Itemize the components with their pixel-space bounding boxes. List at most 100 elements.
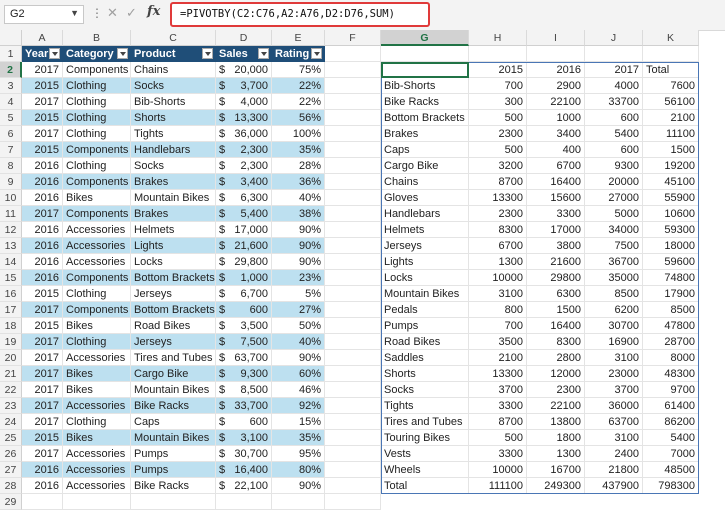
table-cell-sales[interactable]: 16,400 [216, 462, 272, 478]
cancel-icon[interactable]: ✕ [107, 5, 118, 21]
name-box[interactable]: G2 ▼ [4, 5, 84, 24]
pivot-value-cell[interactable]: 13300 [469, 190, 527, 206]
pivot-value-cell[interactable]: 36700 [585, 254, 643, 270]
row-header-15[interactable]: 15 [0, 270, 22, 286]
table-cell-year[interactable]: 2015 [22, 78, 63, 94]
pivot-value-cell[interactable]: 3300 [469, 398, 527, 414]
empty-cell[interactable] [22, 494, 63, 510]
pivot-value-cell[interactable]: 27000 [585, 190, 643, 206]
pivot-row-label[interactable]: Bib-Shorts [381, 78, 469, 94]
table-cell-sales[interactable]: 21,600 [216, 238, 272, 254]
empty-cell[interactable] [325, 478, 381, 494]
row-header-21[interactable]: 21 [0, 366, 22, 382]
table-cell-rating[interactable]: 100% [272, 126, 325, 142]
pivot-row-label[interactable]: Bike Racks [381, 94, 469, 110]
pivot-row-label[interactable]: Touring Bikes [381, 430, 469, 446]
table-cell-product[interactable]: Mountain Bikes [131, 430, 216, 446]
table-cell-rating[interactable]: 40% [272, 334, 325, 350]
table-cell-category[interactable]: Accessories [63, 398, 131, 414]
table-cell-sales[interactable]: 33,700 [216, 398, 272, 414]
pivot-value-cell[interactable]: 500 [469, 430, 527, 446]
table-cell-sales[interactable]: 2,300 [216, 158, 272, 174]
empty-cell[interactable] [325, 78, 381, 94]
table-cell-year[interactable]: 2016 [22, 174, 63, 190]
pivot-value-cell[interactable]: 17000 [527, 222, 585, 238]
pivot-value-cell[interactable]: 1300 [527, 446, 585, 462]
row-header-26[interactable]: 26 [0, 446, 22, 462]
row-header-17[interactable]: 17 [0, 302, 22, 318]
table-cell-rating[interactable]: 60% [272, 366, 325, 382]
pivot-value-cell[interactable]: 500 [469, 110, 527, 126]
empty-cell[interactable] [585, 46, 643, 62]
pivot-row-label[interactable]: Tights [381, 398, 469, 414]
pivot-row-label[interactable]: Road Bikes [381, 334, 469, 350]
table-cell-product[interactable]: Bib-Shorts [131, 94, 216, 110]
row-header-1[interactable]: 1 [0, 46, 22, 62]
pivot-value-cell[interactable]: 28700 [643, 334, 699, 350]
table-cell-year[interactable]: 2016 [22, 238, 63, 254]
table-cell-rating[interactable]: 27% [272, 302, 325, 318]
pivot-value-cell[interactable]: 5000 [585, 206, 643, 222]
row-header-27[interactable]: 27 [0, 462, 22, 478]
row-header-24[interactable]: 24 [0, 414, 22, 430]
pivot-row-label[interactable]: Bottom Brackets [381, 110, 469, 126]
pivot-value-cell[interactable]: 1000 [527, 110, 585, 126]
column-header-j[interactable]: J [585, 30, 643, 46]
row-header-2[interactable]: 2 [0, 62, 22, 78]
table-cell-product[interactable]: Jerseys [131, 286, 216, 302]
pivot-value-cell[interactable]: 2300 [469, 126, 527, 142]
table-cell-product[interactable]: Bottom Brackets [131, 270, 216, 286]
empty-cell[interactable] [325, 142, 381, 158]
table-cell-product[interactable]: Lights [131, 238, 216, 254]
table-cell-year[interactable]: 2016 [22, 462, 63, 478]
table-cell-year[interactable]: 2016 [22, 222, 63, 238]
table-cell-rating[interactable]: 90% [272, 350, 325, 366]
empty-cell[interactable] [325, 494, 381, 510]
pivot-value-cell[interactable]: 23000 [585, 366, 643, 382]
table-cell-category[interactable]: Accessories [63, 254, 131, 270]
table-cell-product[interactable]: Bottom Brackets [131, 302, 216, 318]
empty-cell[interactable] [325, 414, 381, 430]
table-cell-category[interactable]: Accessories [63, 462, 131, 478]
table-cell-product[interactable]: Locks [131, 254, 216, 270]
pivot-row-label[interactable]: Locks [381, 270, 469, 286]
pivot-row-label[interactable]: Handlebars [381, 206, 469, 222]
pivot-value-cell[interactable]: 800 [469, 302, 527, 318]
table-cell-product[interactable]: Pumps [131, 462, 216, 478]
row-header-20[interactable]: 20 [0, 350, 22, 366]
empty-cell[interactable] [381, 46, 469, 62]
table-cell-rating[interactable]: 56% [272, 110, 325, 126]
pivot-value-cell[interactable]: 3800 [527, 238, 585, 254]
table-cell-product[interactable]: Tights [131, 126, 216, 142]
row-header-22[interactable]: 22 [0, 382, 22, 398]
pivot-value-cell[interactable]: 5400 [643, 430, 699, 446]
filter-dropdown-icon[interactable] [258, 48, 269, 59]
pivot-value-cell[interactable]: 22100 [527, 94, 585, 110]
pivot-value-cell[interactable]: 300 [469, 94, 527, 110]
pivot-value-cell[interactable]: 1500 [643, 142, 699, 158]
table-header-sales[interactable]: Sales [216, 46, 272, 62]
empty-cell[interactable] [325, 366, 381, 382]
table-cell-category[interactable]: Components [63, 206, 131, 222]
pivot-row-label[interactable]: Shorts [381, 366, 469, 382]
table-cell-category[interactable]: Bikes [63, 382, 131, 398]
column-header-c[interactable]: C [131, 30, 216, 46]
pivot-row-label[interactable]: Lights [381, 254, 469, 270]
enter-icon[interactable]: ✓ [126, 5, 137, 21]
table-cell-product[interactable]: Pumps [131, 446, 216, 462]
table-cell-year[interactable]: 2015 [22, 110, 63, 126]
table-cell-year[interactable]: 2016 [22, 270, 63, 286]
table-cell-year[interactable]: 2017 [22, 94, 63, 110]
row-header-4[interactable]: 4 [0, 94, 22, 110]
row-header-28[interactable]: 28 [0, 478, 22, 494]
table-cell-product[interactable]: Road Bikes [131, 318, 216, 334]
pivot-row-label[interactable]: Saddles [381, 350, 469, 366]
table-cell-product[interactable]: Bike Racks [131, 398, 216, 414]
table-cell-product[interactable]: Socks [131, 78, 216, 94]
table-cell-sales[interactable]: 29,800 [216, 254, 272, 270]
row-header-16[interactable]: 16 [0, 286, 22, 302]
empty-cell[interactable] [325, 350, 381, 366]
table-cell-year[interactable]: 2017 [22, 382, 63, 398]
column-header-i[interactable]: I [527, 30, 585, 46]
formula-input[interactable]: =PIVOTBY(C2:C76,A2:A76,D2:D76,SUM) [170, 2, 430, 27]
